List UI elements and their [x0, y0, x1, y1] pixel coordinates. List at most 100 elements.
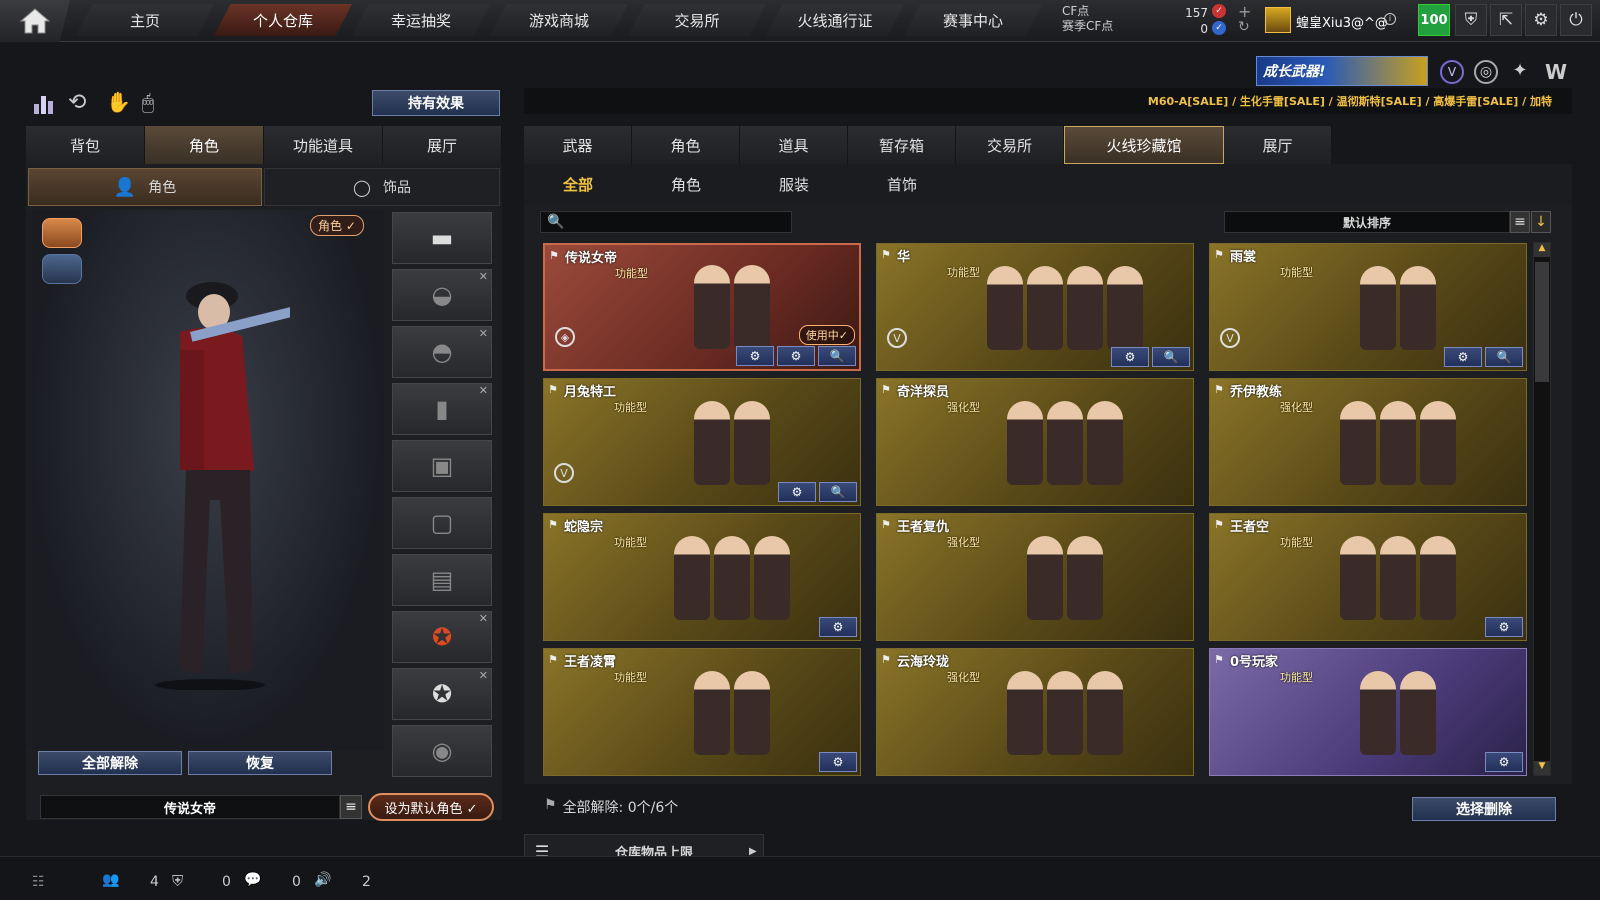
pin-icon[interactable]: ⚑	[1214, 383, 1224, 396]
role-card[interactable]: ⚑ 月兔特工 功能型 V ⚙ 🔍	[543, 378, 861, 506]
growth-weapon-banner[interactable]: 成长武器!	[1256, 56, 1428, 86]
role-card[interactable]: ⚑ 乔伊教练 强化型	[1209, 378, 1527, 506]
scrollbar-thumb[interactable]	[1535, 262, 1549, 382]
pin-icon[interactable]: ⚑	[881, 518, 891, 531]
equipment-slot[interactable]: ✪ ✕	[392, 668, 492, 720]
vip-v-icon[interactable]: V	[1440, 60, 1464, 84]
rotate-icon[interactable]: ⟲	[68, 90, 86, 115]
equipment-slot[interactable]: ▬	[392, 212, 492, 264]
pin-icon[interactable]: ⚑	[881, 383, 891, 396]
restore-button[interactable]: 恢复	[188, 751, 332, 775]
left-tab[interactable]: 功能道具	[264, 126, 383, 164]
right-tab[interactable]: 武器	[524, 126, 632, 164]
role-card[interactable]: ⚑ 传说女帝 功能型 ◈ 使用中✓ ⚙ ⚙ 🔍	[543, 243, 861, 371]
search-box[interactable]: 🔍	[540, 211, 792, 233]
role-card[interactable]: ⚑ 0号玩家 功能型 ⚙	[1209, 648, 1527, 776]
customize-gear-icon[interactable]: ⚙	[1111, 347, 1149, 367]
equipment-slot[interactable]: ✪ ✕	[392, 611, 492, 663]
pin-icon[interactable]: ⚑	[1214, 653, 1224, 666]
right-tab[interactable]: 交易所	[956, 126, 1064, 164]
nav-tab[interactable]: 主页	[76, 4, 214, 36]
right-tab[interactable]: 角色	[632, 126, 740, 164]
role-list-icon[interactable]: ≡	[340, 795, 362, 819]
gear-icon[interactable]: ⚙	[1525, 4, 1557, 36]
sort-direction-icon[interactable]: ↓	[1531, 211, 1551, 233]
equipment-slot[interactable]: ▣	[392, 440, 492, 492]
pin-icon[interactable]: ⚑	[881, 248, 891, 261]
equipment-slot[interactable]: ◉	[392, 725, 492, 777]
unequip-all-button[interactable]: 全部解除	[38, 751, 182, 775]
scroll-up-button[interactable]: ▲	[1534, 243, 1550, 257]
customize-gear-icon[interactable]: ⚙	[1485, 752, 1523, 772]
role-card[interactable]: ⚑ 王者凌霄 功能型 ⚙	[543, 648, 861, 776]
role-card[interactable]: ⚑ 云海玲珑 强化型	[876, 648, 1194, 776]
customize-gear-icon[interactable]: ⚙	[1485, 617, 1523, 637]
globe-icon[interactable]: ◎	[1474, 60, 1498, 84]
shield-icon[interactable]: ⛨	[1455, 4, 1487, 36]
role-card[interactable]: ⚑ 奇洋探员 强化型	[876, 378, 1194, 506]
user-info-icon[interactable]: i	[1384, 13, 1396, 25]
nav-tab[interactable]: 赛事中心	[904, 4, 1042, 36]
nav-tab[interactable]: 火线通行证	[766, 4, 904, 36]
menu-list-icon[interactable]: ☷	[32, 874, 45, 890]
chat-bubble-icon[interactable]: 💬	[244, 872, 261, 888]
right-subtab[interactable]: 服装	[740, 164, 848, 204]
remove-slot-icon[interactable]: ✕	[479, 327, 488, 340]
equipment-slot[interactable]: ▢	[392, 497, 492, 549]
pin-icon[interactable]: ⚑	[1214, 518, 1224, 531]
scroll-down-button[interactable]: ▼	[1534, 761, 1550, 775]
equipment-slot[interactable]: ▤	[392, 554, 492, 606]
nav-tab[interactable]: 交易所	[628, 4, 766, 36]
remove-slot-icon[interactable]: ✕	[479, 384, 488, 397]
home-button[interactable]	[0, 0, 70, 42]
holding-effects-button[interactable]: 持有效果	[372, 90, 500, 116]
friends-icon[interactable]: 👥	[102, 872, 119, 888]
equipment-slot[interactable]: ◒ ✕	[392, 269, 492, 321]
pin-icon[interactable]: ⚑	[549, 249, 559, 262]
pin-icon[interactable]: ⚑	[548, 383, 558, 396]
customize-gear-icon[interactable]: ⚙	[778, 482, 816, 502]
right-tab[interactable]: 道具	[740, 126, 848, 164]
mouse-icon[interactable]: 🖱	[142, 90, 154, 114]
sort-dropdown[interactable]: 默认排序	[1224, 211, 1510, 233]
speaker-icon[interactable]: 🔊	[314, 872, 331, 888]
power-icon[interactable]: ⏻	[1560, 4, 1592, 36]
select-delete-button[interactable]: 选择删除	[1412, 797, 1556, 821]
role-card[interactable]: ⚑ 雨裳 功能型 V ⚙ 🔍	[1209, 243, 1527, 371]
guild-shield-icon[interactable]: ⛨	[172, 872, 183, 890]
remove-slot-icon[interactable]: ✕	[479, 612, 488, 625]
settings-gear-icon[interactable]: ⚙	[777, 346, 815, 366]
right-subtab[interactable]: 首饰	[848, 164, 956, 204]
subtab-accessory[interactable]: ◯ 饰品	[264, 168, 500, 206]
stats-icon[interactable]	[34, 92, 56, 114]
left-tab[interactable]: 背包	[26, 126, 145, 164]
left-tab[interactable]: 角色	[145, 126, 264, 164]
role-slot-primary-icon[interactable]	[42, 218, 82, 248]
role-card[interactable]: ⚑ 王者复仇 强化型	[876, 513, 1194, 641]
crosshair-icon[interactable]: ✦	[1508, 60, 1532, 84]
role-card[interactable]: ⚑ 蛇隐宗 功能型 ⚙	[543, 513, 861, 641]
right-tab[interactable]: 暂存箱	[848, 126, 956, 164]
magnify-icon[interactable]: 🔍	[1152, 347, 1190, 367]
equipment-slot[interactable]: ◓ ✕	[392, 326, 492, 378]
right-subtab[interactable]: 全部	[524, 164, 632, 204]
pin-icon[interactable]: ⚑	[548, 518, 558, 531]
set-default-role-button[interactable]: 设为默认角色 ✓	[368, 793, 494, 821]
pin-icon[interactable]: ⚑	[1214, 248, 1224, 261]
magnify-icon[interactable]: 🔍	[819, 482, 857, 502]
character-action-icon[interactable]: ✋	[106, 90, 131, 114]
list-view-icon[interactable]: ≡	[1510, 211, 1530, 233]
right-subtab[interactable]: 角色	[632, 164, 740, 204]
search-input[interactable]	[568, 214, 789, 230]
pin-icon[interactable]: ⚑	[881, 653, 891, 666]
user-avatar[interactable]	[1265, 7, 1291, 33]
left-tab[interactable]: 展厅	[383, 126, 502, 164]
role-card[interactable]: ⚑ 王者空 功能型 ⚙	[1209, 513, 1527, 641]
remove-slot-icon[interactable]: ✕	[479, 270, 488, 283]
right-tab[interactable]: 火线珍藏馆	[1064, 126, 1224, 164]
magnify-icon[interactable]: 🔍	[818, 346, 856, 366]
pin-icon[interactable]: ⚑	[548, 653, 558, 666]
magnify-icon[interactable]: 🔍	[1485, 347, 1523, 367]
nav-tab[interactable]: 幸运抽奖	[352, 4, 490, 36]
equipment-slot[interactable]: ▮ ✕	[392, 383, 492, 435]
